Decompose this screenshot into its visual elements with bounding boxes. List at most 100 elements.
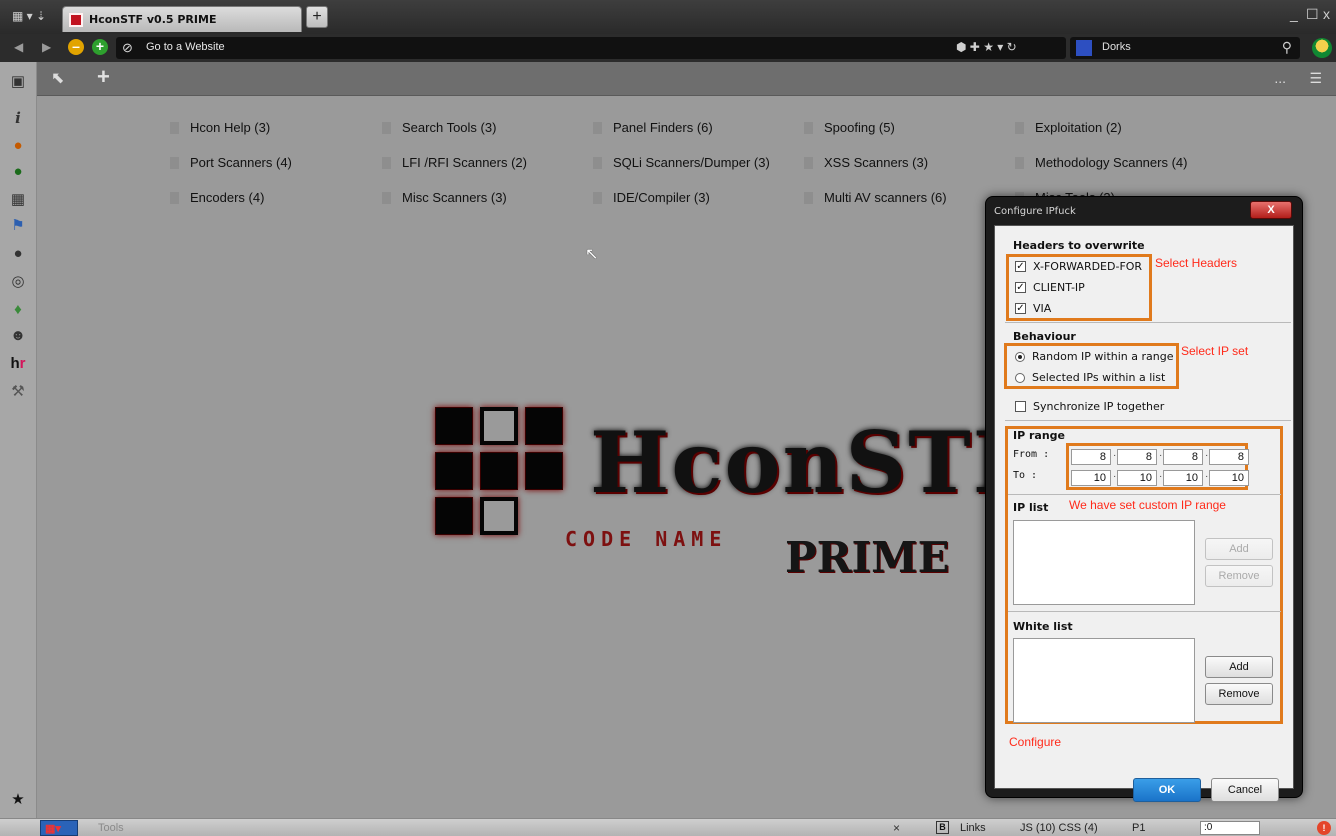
minimize-button[interactable]: _ [1290,6,1298,22]
ip-dot: · [1159,471,1163,482]
b-icon[interactable]: B [936,821,949,834]
maximize-button[interactable]: ☐ [1306,6,1319,23]
network-icon[interactable]: ⚑ [8,216,28,236]
list-view-icon[interactable]: ☰ [1309,70,1322,87]
white-list-add-button[interactable]: Add [1205,656,1273,678]
close-window-button[interactable]: x [1323,6,1330,22]
back-icon[interactable]: ◀ [14,40,23,54]
separator [1005,322,1291,323]
close-dialog-button[interactable]: X [1250,201,1292,219]
dial-label: SQLi Scanners/Dumper (3) [613,155,770,170]
folder-icon [170,121,179,134]
start-menu-button[interactable]: ▦▾ [40,820,78,836]
tab-menu-icon[interactable]: ▦ ▾ ⇣ [12,9,46,23]
dial-item[interactable]: Spoofing (5) [804,120,895,135]
ip-list-box[interactable] [1013,520,1195,605]
to-ip-octet-2[interactable]: 10 [1117,470,1157,486]
dial-label: Misc Scanners (3) [402,190,507,205]
dial-item[interactable]: Search Tools (3) [382,120,496,135]
dial-item[interactable]: Methodology Scanners (4) [1015,155,1187,170]
from-ip-octet-1[interactable]: 8 [1071,449,1111,465]
to-ip-octet-3[interactable]: 10 [1163,470,1203,486]
url-input[interactable]: Go to a Website [146,41,225,53]
dial-item[interactable]: LFI /RFI Scanners (2) [382,155,527,170]
highlight-headers [1006,254,1152,321]
checkbox-unchecked-icon[interactable] [1015,401,1026,412]
from-ip-octet-3[interactable]: 8 [1163,449,1203,465]
hr-icon[interactable]: hr [8,354,28,374]
cancel-button[interactable]: Cancel [1211,778,1279,802]
url-bar[interactable]: ⊘ Go to a Website ⬢ ✚ ★ ▾ ↻ [116,37,1066,59]
ip-dot: · [1205,450,1209,461]
folder-icon [170,156,179,169]
warning-icon[interactable]: ! [1317,821,1331,835]
to-ip-octet-4[interactable]: 10 [1209,470,1249,486]
info-icon[interactable]: i [8,108,28,128]
helmet-icon[interactable] [1312,38,1332,58]
from-ip-octet-4[interactable]: 8 [1209,449,1249,465]
dial-item[interactable]: Port Scanners (4) [170,155,292,170]
wrench-icon[interactable]: ⚒ [8,382,28,402]
tools-label[interactable]: Tools [98,822,124,834]
close-bar-icon[interactable]: × [893,821,900,835]
dial-item[interactable]: Hcon Help (3) [170,120,270,135]
dial-item[interactable]: Panel Finders (6) [593,120,713,135]
home-icon[interactable]: + [92,39,108,55]
forward-icon[interactable]: ▶ [42,40,51,54]
stop-icon[interactable]: – [68,39,84,55]
links-label[interactable]: Links [960,822,986,834]
ip-list-remove-button[interactable]: Remove [1205,565,1273,587]
new-tab-button[interactable]: + [306,6,328,28]
logo-block [480,497,518,535]
white-list-box[interactable] [1013,638,1195,723]
folder-icon [804,156,813,169]
from-ip-octet-2[interactable]: 8 [1117,449,1157,465]
ok-button[interactable]: OK [1133,778,1201,802]
dial-item[interactable]: Encoders (4) [170,190,264,205]
palette-icon[interactable]: ◎ [8,272,28,292]
dial-item[interactable]: Misc Scanners (3) [382,190,507,205]
hacker-icon[interactable]: ☻ [8,326,28,346]
firebug-icon[interactable]: ● [8,136,28,156]
favorites-star-icon[interactable]: ★ [8,790,28,810]
ip-dot: · [1113,471,1117,482]
dial-item[interactable]: XSS Scanners (3) [804,155,928,170]
to-ip-octet-1[interactable]: 10 [1071,470,1111,486]
sidebar-menu-icon[interactable]: ▣ [8,72,28,92]
ip-list-section-title: IP list [1013,501,1049,514]
up-arrow-icon[interactable]: ⬉ [51,68,64,88]
dial-item[interactable]: SQLi Scanners/Dumper (3) [593,155,770,170]
white-list-remove-button[interactable]: Remove [1205,683,1273,705]
sync-ip-checkbox[interactable]: Synchronize IP together [1015,400,1164,413]
tab-active[interactable]: HconSTF v0.5 PRIME [62,6,302,32]
ip-dot: · [1113,450,1117,461]
p1-label[interactable]: P1 [1132,822,1145,834]
globe-green-icon[interactable]: ● [8,162,28,182]
js-css-count[interactable]: JS (10) CSS (4) [1020,822,1098,834]
navigation-bar: ◀ ▶ – + ⊘ Go to a Website ⬢ ✚ ★ ▾ ↻ Dork… [0,34,1336,62]
dial-label: Port Scanners (4) [190,155,292,170]
dial-label: Encoders (4) [190,190,265,205]
globe-icon: ⊘ [122,40,133,55]
add-dial-button[interactable]: + [97,64,110,90]
dial-item[interactable]: Multi AV scanners (6) [804,190,947,205]
annotation-select-headers: Select Headers [1155,256,1238,270]
dorks-engine-icon[interactable] [1076,40,1092,56]
more-options-icon[interactable]: ... [1274,70,1286,86]
dorks-search-box[interactable]: Dorks ⚲ [1070,37,1300,59]
dial-item[interactable]: Exploitation (2) [1015,120,1122,135]
annotation-custom-ip-range: We have set custom IP range [1069,498,1226,512]
ip-list-add-button[interactable]: Add [1205,538,1273,560]
zoom-input[interactable]: :0 [1200,821,1260,835]
web-icon[interactable]: ● [8,244,28,264]
dial-item[interactable]: IDE/Compiler (3) [593,190,710,205]
url-tools-icons[interactable]: ⬢ ✚ ★ ▾ ↻ [956,40,1017,54]
logo-code-name: CODE NAME [565,527,728,551]
calculator-icon[interactable]: ▦ [8,190,28,210]
headers-section-title: Headers to overwrite [1013,239,1145,252]
folder-icon [170,191,179,204]
tools-colorful-icon[interactable]: ♦ [8,300,28,320]
hconstf-logo-icon [69,13,83,27]
folder-icon [1015,156,1024,169]
search-icon[interactable]: ⚲ [1282,39,1292,56]
